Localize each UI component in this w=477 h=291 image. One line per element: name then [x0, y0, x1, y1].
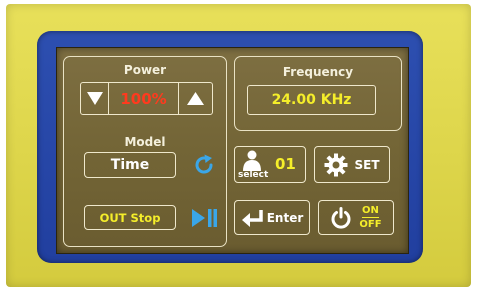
- on-label: ON: [362, 205, 379, 218]
- output-toggle-button[interactable]: [190, 207, 218, 229]
- output-label: OUT Stop: [99, 210, 161, 225]
- enter-button[interactable]: Enter: [234, 200, 310, 235]
- set-button[interactable]: SET: [314, 146, 390, 183]
- select-label: select: [238, 170, 269, 180]
- down-triangle-icon: [86, 92, 103, 105]
- frequency-value: 24.00 KHz: [271, 92, 352, 108]
- set-label: SET: [354, 157, 380, 172]
- refresh-icon: [195, 154, 213, 174]
- model-value-display[interactable]: Time: [84, 152, 176, 178]
- model-value: Time: [110, 157, 150, 173]
- up-triangle-icon: [187, 92, 204, 105]
- model-title: Model: [124, 135, 166, 149]
- gear-icon: [324, 153, 348, 176]
- on-off-label: ON OFF: [359, 205, 381, 230]
- power-title: Power: [123, 63, 167, 77]
- power-decrease-button[interactable]: [80, 82, 109, 115]
- off-label: OFF: [359, 219, 382, 230]
- model-cycle-button[interactable]: [192, 153, 216, 177]
- frequency-title: Frequency: [282, 65, 354, 79]
- select-value: 01: [275, 155, 296, 173]
- output-stop-button[interactable]: OUT Stop: [84, 205, 176, 230]
- power-increase-button[interactable]: [178, 82, 213, 115]
- enter-arrow-icon: [241, 209, 263, 227]
- select-button[interactable]: select 01: [234, 146, 306, 183]
- power-value-display: 100%: [108, 82, 179, 115]
- power-icon: [331, 206, 351, 229]
- power-value: 100%: [120, 89, 167, 108]
- lcd-screen: Power 100% Model Time OUT Stop Frequency…: [56, 47, 409, 254]
- play-pause-icon: [192, 209, 217, 227]
- enter-label: Enter: [266, 210, 304, 225]
- power-toggle-button[interactable]: ON OFF: [318, 200, 394, 235]
- frequency-value-display: 24.00 KHz: [247, 85, 376, 115]
- person-icon: [243, 150, 261, 171]
